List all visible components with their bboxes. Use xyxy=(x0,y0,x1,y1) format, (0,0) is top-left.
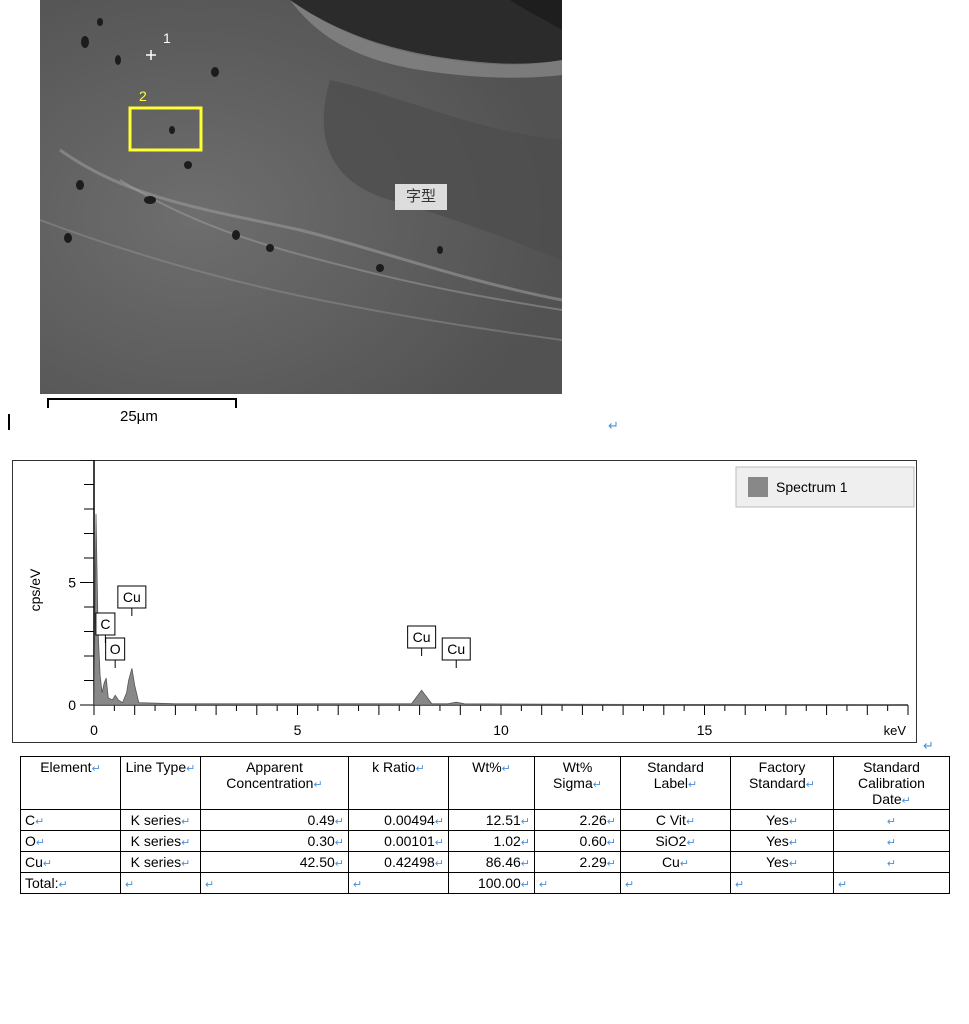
cell-k-ratio: 0.00101↵ xyxy=(348,830,449,852)
cell-std-label: SiO2↵ xyxy=(620,830,731,852)
cell-apparent: 42.50↵ xyxy=(200,851,349,873)
overlay-label: 字型 xyxy=(395,184,447,210)
cell-line-type: K series↵ xyxy=(120,809,201,831)
cell-element: C↵ xyxy=(20,809,121,831)
cell-wt: 86.46↵ xyxy=(448,851,535,873)
table-row: O↵ K series↵ 0.30↵ 0.00101↵ 1.02↵ 0.60↵ … xyxy=(20,830,950,852)
scale-bar-label: 25µm xyxy=(120,408,158,425)
header-k-ratio: k Ratio↵ xyxy=(348,756,449,810)
table-header-row: Element↵ Line Type↵ Apparent Concentrati… xyxy=(20,756,950,810)
x-tick-label: 5 xyxy=(294,722,302,738)
y-tick-label: 5 xyxy=(68,575,76,591)
table-row: Cu↵ K series↵ 42.50↵ 0.42498↵ 86.46↵ 2.2… xyxy=(20,851,950,873)
total-empty: ↵ xyxy=(534,872,621,894)
x-tick-label: 15 xyxy=(697,722,713,738)
peak-label: Cu xyxy=(447,641,465,657)
cell-line-type: K series↵ xyxy=(120,830,201,852)
table-total-row: Total:↵ ↵ ↵ ↵ 100.00↵ ↵ ↵ ↵ ↵ xyxy=(20,872,950,894)
marker-2-label: 2 xyxy=(139,88,147,104)
quantification-table: Element↵ Line Type↵ Apparent Concentrati… xyxy=(20,756,950,894)
x-axis-label: keV xyxy=(884,723,907,738)
cell-std-label: Cu↵ xyxy=(620,851,731,873)
cell-k-ratio: 0.42498↵ xyxy=(348,851,449,873)
peak-label: O xyxy=(110,641,121,657)
cell-cal-date: ↵ xyxy=(833,830,950,852)
legend-label: Spectrum 1 xyxy=(776,479,848,495)
cell-sigma: 0.60↵ xyxy=(534,830,621,852)
header-calibration-date: Standard Calibration Date↵ xyxy=(833,756,950,810)
total-empty: ↵ xyxy=(620,872,731,894)
header-wt-sigma: Wt% Sigma↵ xyxy=(534,756,621,810)
table-row: C↵ K series↵ 0.49↵ 0.00494↵ 12.51↵ 2.26↵… xyxy=(20,809,950,831)
x-tick-label: 0 xyxy=(90,722,98,738)
total-label: Total:↵ xyxy=(20,872,121,894)
paragraph-mark-chart: ↵ xyxy=(923,738,934,753)
cell-sigma: 2.26↵ xyxy=(534,809,621,831)
cell-k-ratio: 0.00494↵ xyxy=(348,809,449,831)
x-tick-label: 10 xyxy=(493,722,509,738)
peak-label: C xyxy=(100,616,110,632)
cell-std-label: C Vit↵ xyxy=(620,809,731,831)
legend-swatch xyxy=(748,477,768,497)
total-empty: ↵ xyxy=(730,872,834,894)
y-tick-label: 0 xyxy=(68,697,76,713)
spectrum-chart: 0 5 10 15 0 5 keV cps/eV CO Cu Cu Cu Spectrum 1 xyxy=(27,460,915,738)
total-empty: ↵ xyxy=(200,872,349,894)
cell-line-type: K series↵ xyxy=(120,851,201,873)
cell-factory: Yes↵ xyxy=(730,830,834,852)
cell-factory: Yes↵ xyxy=(730,809,834,831)
header-line-type: Line Type↵ xyxy=(120,756,201,810)
cell-sigma: 2.29↵ xyxy=(534,851,621,873)
header-standard-label: Standard Label↵ xyxy=(620,756,731,810)
cell-factory: Yes↵ xyxy=(730,851,834,873)
total-empty: ↵ xyxy=(833,872,950,894)
cell-element: Cu↵ xyxy=(20,851,121,873)
cell-element: O↵ xyxy=(20,830,121,852)
paragraph-mark: ↵ xyxy=(608,418,619,433)
header-apparent-concentration: Apparent Concentration↵ xyxy=(200,756,349,810)
total-empty: ↵ xyxy=(348,872,449,894)
header-factory-standard: Factory Standard↵ xyxy=(730,756,834,810)
cell-apparent: 0.49↵ xyxy=(200,809,349,831)
peak-label: Cu xyxy=(123,589,141,605)
header-wt: Wt%↵ xyxy=(448,756,535,810)
header-element: Element↵ xyxy=(20,756,121,810)
cell-cal-date: ↵ xyxy=(833,851,950,873)
spectrum-series xyxy=(93,513,909,706)
cell-cal-date: ↵ xyxy=(833,809,950,831)
cell-wt: 1.02↵ xyxy=(448,830,535,852)
total-wt: 100.00↵ xyxy=(448,872,535,894)
y-axis-label: cps/eV xyxy=(27,568,43,611)
peak-label: Cu xyxy=(413,629,431,645)
text-cursor xyxy=(8,414,10,430)
cell-wt: 12.51↵ xyxy=(448,809,535,831)
sem-micrograph: 1 2 字型 xyxy=(40,0,562,394)
scale-bar xyxy=(47,398,237,408)
total-empty: ↵ xyxy=(120,872,201,894)
micrograph-texture xyxy=(40,0,562,394)
marker-1-label: 1 xyxy=(163,30,171,46)
cell-apparent: 0.30↵ xyxy=(200,830,349,852)
